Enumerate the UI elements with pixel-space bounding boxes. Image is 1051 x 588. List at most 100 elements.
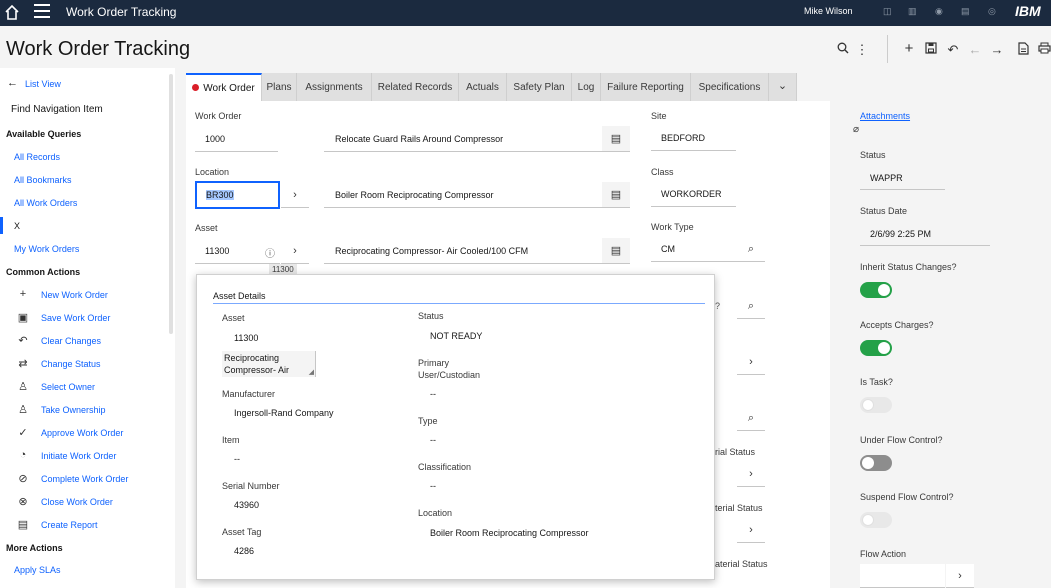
undo-icon: ↶ [18, 335, 28, 347]
popup-asset-description[interactable]: Reciprocating Compressor- Air ◢ [222, 351, 316, 377]
action-change-status[interactable]: Change Status [41, 359, 101, 369]
inherit-status-toggle[interactable] [860, 282, 892, 298]
popup-type-label: Type [418, 416, 438, 426]
previous-icon[interactable]: ← [968, 42, 982, 57]
action-close-work-order[interactable]: Close Work Order [41, 497, 113, 507]
long-description-icon[interactable]: ▤ [602, 126, 630, 152]
search-icon[interactable] [836, 42, 850, 57]
plus-icon: + [19, 288, 27, 300]
asset-details-title: Asset Details [213, 291, 266, 301]
tab-plans[interactable]: Plans [262, 73, 297, 101]
location-input[interactable]: BR300 [195, 181, 280, 209]
query-x[interactable]: X [14, 221, 20, 231]
location-label: Location [195, 167, 230, 177]
next-icon[interactable]: → [990, 42, 1004, 57]
work-order-field[interactable]: 1000 [195, 126, 278, 152]
action-initiate-work-order[interactable]: Initiate Work Order [41, 451, 116, 461]
popup-serial-value: 43960 [234, 500, 260, 510]
popup-type-value: -- [430, 435, 436, 445]
status-date-field[interactable]: 2/6/99 2:25 PM [860, 220, 990, 246]
action-new-work-order[interactable]: New Work Order [41, 290, 108, 300]
tab-assignments[interactable]: Assignments [297, 73, 372, 101]
asset-input[interactable]: 11300 ⓘ [195, 238, 280, 264]
is-task-toggle[interactable] [860, 397, 892, 413]
document-icon[interactable]: ▤ [961, 7, 970, 16]
asset-info-icon[interactable]: ⓘ [265, 245, 275, 260]
tab-log[interactable]: Log [572, 73, 601, 101]
query-all-records[interactable]: All Records [14, 152, 60, 162]
tab-actuals[interactable]: Actuals [459, 73, 507, 101]
query-all-bookmarks[interactable]: All Bookmarks [14, 175, 72, 185]
overflow-menu-icon[interactable]: ⋮ [855, 42, 869, 58]
location-description-field[interactable]: Boiler Room Reciprocating Compressor [324, 182, 602, 208]
chevron-right-icon[interactable]: › [737, 461, 765, 487]
home-icon[interactable] [5, 3, 19, 21]
search-icon[interactable]: ⌕ [737, 293, 765, 319]
action-approve-work-order[interactable]: Approve Work Order [41, 428, 123, 438]
more-tabs-chevron-icon[interactable]: ⌄ [769, 73, 797, 101]
action-complete-work-order[interactable]: Complete Work Order [41, 474, 128, 484]
query-all-work-orders[interactable]: All Work Orders [14, 198, 77, 208]
asset-long-description-icon[interactable]: ▤ [602, 238, 630, 264]
menu-icon[interactable] [34, 4, 50, 18]
query-my-work-orders[interactable]: My Work Orders [14, 244, 79, 254]
tab-safety-plan[interactable]: Safety Plan [507, 73, 572, 101]
site-field[interactable]: BEDFORD [651, 125, 736, 151]
action-save-work-order[interactable]: Save Work Order [41, 313, 110, 323]
work-type-field[interactable]: CM [651, 236, 737, 262]
undo-icon[interactable]: ↶ [946, 42, 960, 58]
list-view-link[interactable]: List View [25, 79, 61, 89]
popup-classification-label: Classification [418, 462, 472, 472]
save-icon[interactable] [924, 42, 938, 57]
tab-related-records[interactable]: Related Records [372, 73, 459, 101]
accepts-charges-toggle[interactable] [860, 340, 892, 356]
report-icon: ▤ [17, 519, 29, 531]
chevron-right-icon[interactable]: › [737, 349, 765, 375]
user-add-icon: ♙ [18, 404, 28, 416]
add-icon[interactable]: + [902, 40, 916, 57]
find-navigation-item[interactable]: Find Navigation Item [11, 104, 103, 115]
description-field[interactable]: Relocate Guard Rails Around Compressor [324, 126, 602, 152]
tab-specifications[interactable]: Specifications [691, 73, 769, 101]
settings-icon[interactable]: ◎ [988, 7, 997, 16]
action-apply-slas[interactable]: Apply SLAs [14, 565, 61, 575]
work-order-label: Work Order [195, 111, 242, 121]
popup-manufacturer-value: Ingersoll-Rand Company [234, 408, 334, 418]
status-field[interactable]: WAPPR [860, 164, 945, 190]
asset-description-field[interactable]: Reciprocating Compressor- Air Cooled/100… [324, 238, 602, 264]
location-chevron-icon[interactable]: › [281, 182, 309, 208]
action-take-ownership[interactable]: Take Ownership [41, 405, 106, 415]
bulletin-icon[interactable]: ◫ [883, 7, 892, 16]
sidebar-scrollbar[interactable] [169, 74, 173, 334]
asset-label: Asset [195, 223, 218, 233]
chevron-right-icon[interactable]: › [737, 517, 765, 543]
tab-failure-reporting[interactable]: Failure Reporting [601, 73, 691, 101]
flow-action-field[interactable] [860, 564, 945, 588]
paperclip-icon[interactable]: ⌀ [853, 124, 859, 135]
location-long-description-icon[interactable]: ▤ [602, 182, 630, 208]
document-icon[interactable] [1016, 42, 1030, 58]
user-name[interactable]: Mike Wilson [804, 6, 853, 16]
flow-action-chevron-icon[interactable]: › [946, 564, 974, 588]
attachments-link[interactable]: Attachments [860, 111, 910, 121]
search-icon[interactable]: ⌕ [737, 405, 765, 431]
resize-handle-icon[interactable]: ◢ [309, 368, 314, 376]
class-field[interactable]: WORKORDER [651, 181, 736, 207]
tab-work-order[interactable]: Work Order [186, 73, 262, 101]
reports-icon[interactable]: ▥ [908, 7, 917, 16]
suspend-flow-toggle[interactable] [860, 512, 892, 528]
popup-primary-value: -- [430, 389, 436, 399]
action-clear-changes[interactable]: Clear Changes [41, 336, 101, 346]
save-icon: ▣ [17, 312, 29, 324]
action-create-report[interactable]: Create Report [41, 520, 98, 530]
action-select-owner[interactable]: Select Owner [41, 382, 95, 392]
print-icon[interactable] [1037, 42, 1051, 57]
checkmark-icon: ✓ [18, 427, 28, 439]
popup-location-label: Location [418, 508, 453, 518]
asset-details-popup: Asset Details Asset 11300 Reciprocating … [196, 274, 715, 580]
flow-control-toggle[interactable] [860, 455, 892, 471]
profile-icon[interactable]: ◉ [935, 7, 944, 16]
work-type-search-icon[interactable]: ⌕ [737, 236, 765, 262]
back-arrow-icon[interactable]: ← [7, 77, 18, 89]
asset-chevron-icon[interactable]: › [281, 238, 309, 264]
